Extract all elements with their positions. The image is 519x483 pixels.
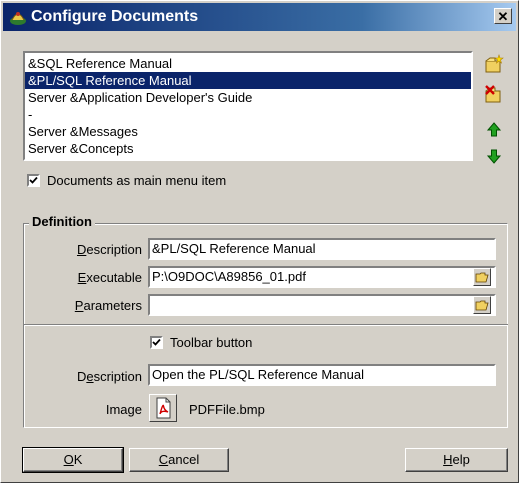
executable-label: Executable xyxy=(77,270,142,285)
delete-document-button[interactable] xyxy=(483,83,505,105)
image-filename: PDFFile.bmp xyxy=(189,402,265,417)
main-menu-checkbox-label: Documents as main menu item xyxy=(47,173,227,188)
list-item[interactable]: Server &Application Developer's Guide xyxy=(25,89,471,106)
parameters-browse-button[interactable] xyxy=(473,296,491,314)
list-item[interactable]: Server &Concepts xyxy=(25,140,471,157)
folder-open-icon xyxy=(475,300,489,311)
title-bar: Configure Documents ✕ xyxy=(3,3,516,31)
list-item[interactable]: &SQL Reference Manual xyxy=(25,55,471,72)
pdf-file-icon xyxy=(156,397,171,419)
move-down-button[interactable] xyxy=(483,145,505,167)
checkmark-icon xyxy=(29,176,38,184)
folder-open-icon xyxy=(475,272,489,283)
oracle-app-icon xyxy=(9,8,27,26)
main-menu-checkbox-row[interactable]: Documents as main menu item xyxy=(27,173,226,188)
list-item[interactable]: - xyxy=(25,106,471,123)
move-up-arrow-icon xyxy=(486,122,502,137)
close-button[interactable]: ✕ xyxy=(494,8,512,24)
parameters-field[interactable] xyxy=(148,294,496,316)
definition-separator xyxy=(24,324,508,326)
new-document-icon xyxy=(485,54,504,73)
help-button[interactable]: Help xyxy=(405,448,508,472)
toolbar-checkbox-label: Toolbar button xyxy=(170,335,253,350)
toolbar-description-label: Description xyxy=(76,369,142,384)
definition-group-title: Definition xyxy=(29,214,95,229)
executable-browse-button[interactable] xyxy=(473,268,491,286)
description-field[interactable]: &PL/SQL Reference Manual xyxy=(148,238,496,260)
new-document-button[interactable] xyxy=(483,53,505,75)
toolbar-button-checkbox[interactable] xyxy=(150,336,163,349)
ok-button[interactable]: OK xyxy=(22,447,124,473)
list-item-selected[interactable]: &PL/SQL Reference Manual xyxy=(25,72,471,89)
toolbar-checkbox-row[interactable]: Toolbar button xyxy=(150,335,252,350)
toolbar-description-field[interactable]: Open the PL/SQL Reference Manual xyxy=(148,364,496,386)
window-title: Configure Documents xyxy=(31,8,199,25)
image-label: Image xyxy=(105,402,142,417)
description-label: Description xyxy=(76,242,142,257)
configure-documents-dialog: Configure Documents ✕ &SQL Reference Man… xyxy=(0,0,519,483)
delete-document-icon xyxy=(485,85,501,103)
image-select-button[interactable] xyxy=(149,394,177,422)
main-menu-checkbox[interactable] xyxy=(27,174,40,187)
move-up-button[interactable] xyxy=(483,119,505,141)
list-item[interactable]: Server &Messages xyxy=(25,123,471,140)
executable-field[interactable]: P:\O9DOC\A89856_01.pdf xyxy=(148,266,496,288)
checkmark-icon xyxy=(152,338,161,346)
close-icon: ✕ xyxy=(497,9,509,24)
parameters-label: Parameters xyxy=(74,298,142,313)
move-down-arrow-icon xyxy=(486,149,502,164)
cancel-button[interactable]: Cancel xyxy=(129,448,229,472)
documents-list[interactable]: &SQL Reference Manual &PL/SQL Reference … xyxy=(23,51,473,161)
